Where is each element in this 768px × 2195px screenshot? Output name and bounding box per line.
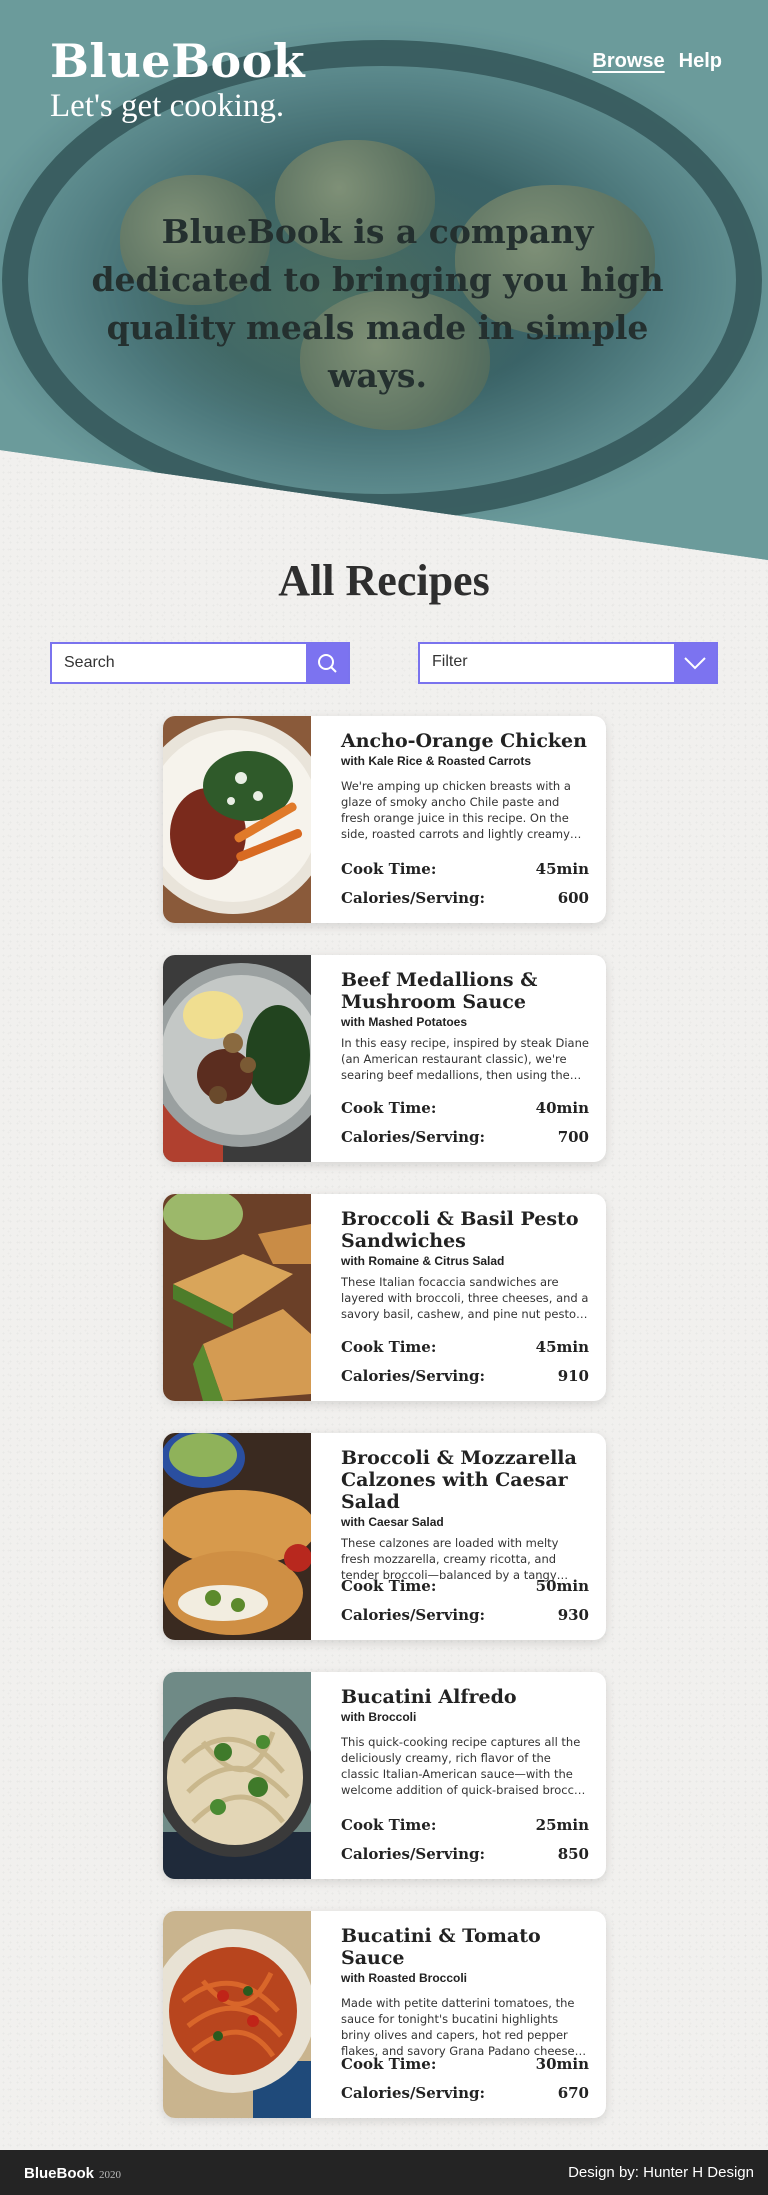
cook-time-label: Cook Time: bbox=[341, 860, 437, 878]
recipe-card[interactable]: Bucatini Alfredo with Broccoli This quic… bbox=[163, 1672, 606, 1879]
search-button[interactable] bbox=[306, 644, 348, 682]
calories-value: 670 bbox=[557, 2084, 589, 2102]
calories-label: Calories/Serving: bbox=[341, 889, 486, 907]
recipe-card[interactable]: Ancho-Orange Chicken with Kale Rice & Ro… bbox=[163, 716, 606, 923]
recipe-image bbox=[163, 716, 311, 923]
recipe-image bbox=[163, 1194, 311, 1401]
cook-time-label: Cook Time: bbox=[341, 1816, 437, 1834]
brand: BlueBook Let's get cooking. bbox=[50, 34, 305, 125]
footer-brand[interactable]: BlueBook bbox=[24, 2165, 94, 2182]
cook-time-row: Cook Time: 40min bbox=[341, 1094, 589, 1123]
recipe-title[interactable]: Broccoli & Basil Pesto Sandwiches bbox=[341, 1208, 589, 1252]
cook-time-row: Cook Time: 45min bbox=[341, 855, 589, 884]
search-icon bbox=[318, 654, 337, 673]
cook-time-row: Cook Time: 30min bbox=[341, 2050, 589, 2079]
recipe-subtitle: with Broccoli bbox=[341, 1710, 417, 1724]
search-bar bbox=[50, 642, 350, 684]
calories-label: Calories/Serving: bbox=[341, 1845, 486, 1863]
recipe-subtitle: with Kale Rice & Roasted Carrots bbox=[341, 754, 532, 768]
footer-year: 2020 bbox=[99, 2169, 122, 2181]
mission-statement: BlueBook is a company dedicated to bring… bbox=[91, 212, 664, 395]
nav-link-browse[interactable]: Browse bbox=[592, 50, 664, 73]
recipe-title[interactable]: Bucatini Alfredo bbox=[341, 1686, 589, 1708]
calories-value: 930 bbox=[557, 1606, 589, 1624]
calories-row: Calories/Serving: 700 bbox=[341, 1123, 589, 1152]
recipe-subtitle: with Roasted Broccoli bbox=[341, 1971, 468, 1985]
recipe-title[interactable]: Bucatini & Tomato Sauce bbox=[341, 1925, 589, 1969]
recipe-title[interactable]: Ancho-Orange Chicken bbox=[341, 730, 589, 752]
recipe-image bbox=[163, 1911, 311, 2118]
search-input[interactable] bbox=[52, 644, 308, 682]
cook-time-value: 45min bbox=[535, 1338, 589, 1356]
filter-dropdown[interactable]: Filter bbox=[418, 642, 718, 684]
recipe-title[interactable]: Beef Medallions & Mushroom Sauce bbox=[341, 969, 589, 1013]
calories-row: Calories/Serving: 910 bbox=[341, 1362, 589, 1391]
recipe-title[interactable]: Broccoli & Mozzarella Calzones with Caes… bbox=[341, 1447, 589, 1513]
calories-value: 910 bbox=[557, 1367, 589, 1385]
footer-brand-group: BlueBook 2020 bbox=[24, 2163, 121, 2182]
recipe-image bbox=[163, 955, 311, 1162]
cook-time-row: Cook Time: 50min bbox=[341, 1572, 589, 1601]
cook-time-label: Cook Time: bbox=[341, 1577, 437, 1595]
cook-time-row: Cook Time: 45min bbox=[341, 1333, 589, 1362]
footer-credit: Design by: Hunter H Design bbox=[568, 2164, 754, 2181]
recipe-description: These Italian focaccia sandwiches are la… bbox=[341, 1275, 589, 1321]
cook-time-label: Cook Time: bbox=[341, 1338, 437, 1356]
cook-time-row: Cook Time: 25min bbox=[341, 1811, 589, 1840]
cook-time-value: 40min bbox=[535, 1099, 589, 1117]
brand-tagline: Let's get cooking. bbox=[50, 88, 285, 124]
calories-row: Calories/Serving: 850 bbox=[341, 1840, 589, 1869]
calories-row: Calories/Serving: 930 bbox=[341, 1601, 589, 1630]
calories-value: 600 bbox=[557, 889, 589, 907]
footer: BlueBook 2020 Design by: Hunter H Design bbox=[0, 2150, 768, 2195]
recipe-card[interactable]: Beef Medallions & Mushroom Sauce with Ma… bbox=[163, 955, 606, 1162]
recipe-card[interactable]: Broccoli & Mozzarella Calzones with Caes… bbox=[163, 1433, 606, 1640]
filter-label: Filter bbox=[432, 653, 468, 670]
calories-label: Calories/Serving: bbox=[341, 1128, 486, 1146]
filter-toggle-button[interactable] bbox=[674, 644, 716, 682]
recipe-description: This quick-cooking recipe captures all t… bbox=[341, 1735, 588, 1797]
cook-time-value: 50min bbox=[535, 1577, 589, 1595]
recipe-description: We're amping up chicken breasts with a g… bbox=[341, 779, 571, 841]
recipe-image bbox=[163, 1433, 311, 1640]
cook-time-label: Cook Time: bbox=[341, 2055, 437, 2073]
brand-logo[interactable]: BlueBook bbox=[50, 34, 305, 88]
calories-row: Calories/Serving: 670 bbox=[341, 2079, 589, 2108]
chevron-down-icon bbox=[684, 657, 706, 670]
calories-label: Calories/Serving: bbox=[341, 2084, 486, 2102]
calories-label: Calories/Serving: bbox=[341, 1606, 486, 1624]
calories-label: Calories/Serving: bbox=[341, 1367, 486, 1385]
calories-row: Calories/Serving: 600 bbox=[341, 884, 589, 913]
recipe-description: In this easy recipe, inspired by steak D… bbox=[341, 1036, 589, 1082]
main-nav: Browse Help bbox=[592, 50, 722, 73]
recipe-subtitle: with Romaine & Citrus Salad bbox=[341, 1254, 505, 1268]
recipe-card[interactable]: Bucatini & Tomato Sauce with Roasted Bro… bbox=[163, 1911, 606, 2118]
calories-value: 700 bbox=[557, 1128, 589, 1146]
cook-time-value: 25min bbox=[535, 1816, 589, 1834]
recipe-card[interactable]: Broccoli & Basil Pesto Sandwiches with R… bbox=[163, 1194, 606, 1401]
cook-time-label: Cook Time: bbox=[341, 1099, 437, 1117]
recipe-image bbox=[163, 1672, 311, 1879]
cook-time-value: 30min bbox=[535, 2055, 589, 2073]
calories-value: 850 bbox=[557, 1845, 589, 1863]
section-title: All Recipes bbox=[278, 556, 490, 605]
recipe-subtitle: with Mashed Potatoes bbox=[341, 1015, 468, 1029]
cook-time-value: 45min bbox=[535, 860, 589, 878]
nav-link-help[interactable]: Help bbox=[679, 50, 722, 73]
recipe-subtitle: with Caesar Salad bbox=[341, 1515, 444, 1529]
